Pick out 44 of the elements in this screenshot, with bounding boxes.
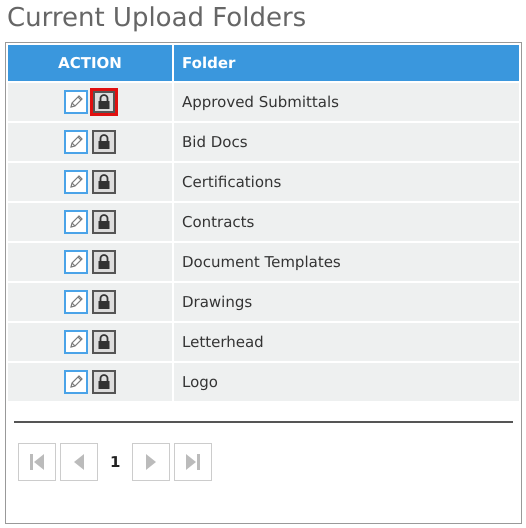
- padlock-icon: [96, 213, 112, 231]
- lock-button[interactable]: [92, 130, 116, 154]
- folder-name: Bid Docs: [174, 123, 519, 161]
- folder-name: Certifications: [174, 163, 519, 201]
- lock-button[interactable]: [92, 290, 116, 314]
- edit-button[interactable]: [64, 130, 88, 154]
- padlock-icon: [96, 133, 112, 151]
- padlock-icon: [96, 373, 112, 391]
- padlock-icon: [96, 293, 112, 311]
- edit-button[interactable]: [64, 210, 88, 234]
- folder-name: Approved Submittals: [174, 83, 519, 121]
- pencil-icon: [67, 333, 85, 351]
- column-header: Folder: [174, 45, 519, 81]
- pencil-icon: [67, 373, 85, 391]
- padlock-icon: [96, 333, 112, 351]
- column-header: ACTION: [8, 45, 172, 81]
- page-title: Current Upload Folders: [6, 2, 308, 35]
- lock-button[interactable]: [92, 250, 116, 274]
- pencil-icon: [67, 133, 85, 151]
- edit-button[interactable]: [64, 370, 88, 394]
- edit-button[interactable]: [64, 90, 88, 114]
- edit-button[interactable]: [64, 290, 88, 314]
- lock-button[interactable]: [92, 210, 116, 234]
- page-number[interactable]: 1: [102, 453, 128, 471]
- lock-button[interactable]: [92, 330, 116, 354]
- folder-name: Document Templates: [174, 243, 519, 281]
- edit-button[interactable]: [64, 170, 88, 194]
- pencil-icon: [67, 93, 85, 111]
- folder-name: Contracts: [174, 203, 519, 241]
- pencil-icon: [67, 173, 85, 191]
- pencil-icon: [67, 213, 85, 231]
- lock-button[interactable]: [92, 370, 116, 394]
- padlock-icon: [96, 173, 112, 191]
- folder-name: Letterhead: [174, 323, 519, 361]
- pencil-icon: [67, 253, 85, 271]
- padlock-icon: [96, 253, 112, 271]
- edit-button[interactable]: [64, 330, 88, 354]
- folder-name: Logo: [174, 363, 519, 401]
- pencil-icon: [67, 293, 85, 311]
- lock-button[interactable]: [92, 170, 116, 194]
- edit-button[interactable]: [64, 250, 88, 274]
- padlock-icon: [96, 93, 112, 111]
- lock-button[interactable]: [90, 88, 118, 116]
- folder-name: Drawings: [174, 283, 519, 321]
